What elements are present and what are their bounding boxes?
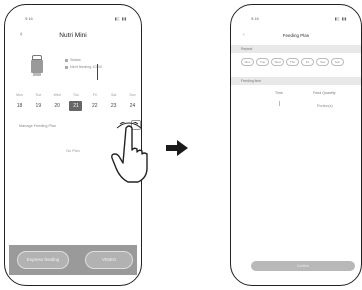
phone-side-key <box>141 65 142 75</box>
weekday-label: Tue <box>35 93 42 97</box>
status-icons: ▮▯ ▮▮ <box>334 16 347 21</box>
page-title: Nutri Mini <box>59 32 87 39</box>
calendar-day[interactable]: 20 <box>51 101 64 111</box>
tap-hand-icon <box>111 122 148 183</box>
confirm-button[interactable]: Confirm <box>251 261 355 271</box>
weekday-label: Mon <box>16 93 23 97</box>
weekday-label: Sun <box>129 93 136 97</box>
weekday-label: Wed <box>53 93 61 97</box>
status-bar: 9:16 ▮▯ ▮▮ <box>5 15 141 23</box>
status-bar: 9:16 ▮▯ ▮▮ <box>231 15 361 23</box>
feeding-plan-label: Manage Feeding Plan <box>19 124 57 128</box>
express-feeding-button[interactable]: Express feeding <box>17 251 69 269</box>
weekday-label: Fri <box>92 93 97 97</box>
portion-picker[interactable]: Portion(s) <box>317 104 333 108</box>
app-header: ‹ Nutri Mini <box>5 31 141 45</box>
calendar-day[interactable]: 19 <box>32 101 45 111</box>
weekday-label: Thu <box>72 93 79 97</box>
weekday-chip[interactable]: Wed <box>271 58 284 66</box>
repeat-section-header: Repeat <box>231 45 361 53</box>
status-time: 9:16 <box>251 16 259 21</box>
week-calendar: Mon Tue Wed Thu Fri Sat Sun 18 19 20 21 … <box>13 93 139 111</box>
weekday-chip[interactable]: Tue <box>256 58 269 66</box>
weekday-chip[interactable]: Thu <box>286 58 299 66</box>
text-cursor <box>97 64 98 80</box>
app-header: ‹ Feeding Plan <box>231 32 361 42</box>
portion-column-label: Feed Quantity <box>313 91 336 95</box>
time-column-label: Time <box>275 91 283 95</box>
feeding-time-section-header: Feeding time <box>231 77 361 85</box>
phone-right: 9:16 ▮▯ ▮▮ ‹ Feeding Plan Repeat Mon Tue… <box>230 4 362 286</box>
weekday-chip[interactable]: Sun <box>331 58 344 66</box>
page-title: Feeding Plan <box>282 33 310 38</box>
right-arrow-icon <box>166 140 188 156</box>
weekday-label: Sat <box>111 93 117 97</box>
weekday-chip[interactable]: Fri <box>301 58 314 66</box>
calendar-weekdays: Mon Tue Wed Thu Fri Sat Sun <box>13 93 139 97</box>
calendar-day[interactable]: 23 <box>107 101 120 111</box>
calendar-day-selected[interactable]: 21 <box>69 101 83 111</box>
calendar-day[interactable]: 18 <box>13 101 26 111</box>
time-picker[interactable]: | <box>279 101 280 107</box>
calendar-days: 18 19 20 21 22 23 24 <box>13 97 139 111</box>
calendar-day[interactable]: 24 <box>126 101 139 111</box>
status-icons: ▮▯ ▮▮ <box>114 16 127 21</box>
feeder-device-icon <box>31 55 43 77</box>
weekday-chips: Mon Tue Wed Thu Fri Sat Sun <box>241 58 344 66</box>
calendar-day[interactable]: 22 <box>88 101 101 111</box>
status-time: 9:16 <box>25 16 33 21</box>
device-status-line: Status <box>65 58 81 62</box>
weekday-chip[interactable]: Mon <box>241 58 254 66</box>
weekday-chip[interactable]: Sat <box>316 58 329 66</box>
video-button[interactable]: VIDEO <box>85 251 133 269</box>
